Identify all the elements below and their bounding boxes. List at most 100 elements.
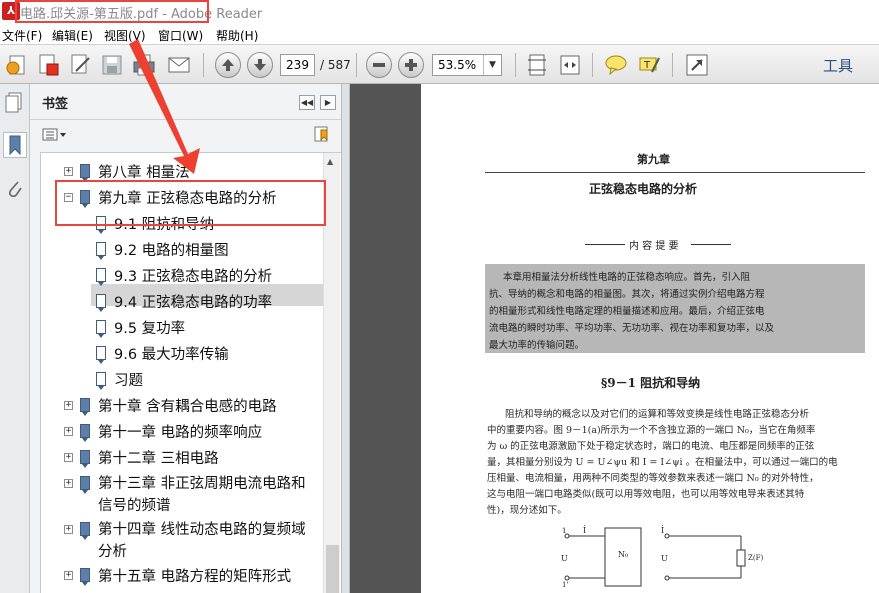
bookmark-icon	[80, 568, 90, 586]
menu-edit[interactable]: 编辑(E)	[52, 27, 93, 44]
bookmark-icon	[96, 294, 106, 312]
navigation-pane-strip	[0, 84, 30, 593]
page-up-icon[interactable]	[215, 52, 241, 78]
tools-button[interactable]: 工具	[823, 55, 853, 76]
figure-impedance-label: Z(F)	[748, 554, 764, 562]
bookmark-chapter-11[interactable]: 第十一章 电路的频率响应	[98, 423, 262, 443]
section-title: §9－1 阻抗和导纳	[601, 376, 701, 390]
expand-icon[interactable]: +	[64, 427, 73, 436]
bookmark-icon	[80, 398, 90, 416]
bookmark-exercises[interactable]: 习题	[114, 371, 143, 391]
bookmarks-panel: 书签 ◀◀ ▶ + 第八章 相量法 − 第九章 正弦稳态电路的分析 9.1 阻抗…	[30, 84, 341, 593]
body-line: 为 ω 的正弦电源激励下处于稳定状态时，端口的电流、电压都是同频率的正弦	[487, 441, 815, 452]
bookmark-icon	[80, 476, 90, 494]
chapter-highlight-box	[55, 180, 326, 226]
menu-window[interactable]: 窗口(W)	[158, 27, 203, 44]
bookmark-icon	[80, 450, 90, 468]
bookmark-icon	[80, 164, 90, 182]
summary-line: 的相量形式和线性电路定理的相量描述和应用。最后，介绍正弦电	[489, 306, 765, 317]
bookmark-chapter-12[interactable]: 第十二章 三相电路	[98, 449, 219, 469]
page-number-input[interactable]: 239	[280, 54, 315, 76]
body-line: 阻抗和导纳的概念以及对它们的运算和等效变换是线性电路正弦稳态分析	[505, 409, 810, 420]
bookmark-chapter-14[interactable]: 第十四章 线性动态电路的复频域分析	[98, 519, 320, 563]
title-highlight-box	[15, 0, 209, 23]
toolbar-separator	[203, 53, 204, 77]
bookmark-9-2[interactable]: 9.2 电路的相量图	[114, 241, 229, 261]
menu-file[interactable]: 文件(F)	[2, 27, 42, 44]
figure-current-label-b: İ	[661, 526, 665, 535]
zoom-out-icon[interactable]	[366, 52, 392, 78]
expand-icon[interactable]: +	[64, 571, 73, 580]
print-icon[interactable]	[131, 52, 157, 78]
bookmarks-header: 书签 ◀◀ ▶	[30, 84, 341, 120]
bookmark-chapter-10[interactable]: 第十章 含有耦合电感的电路	[98, 397, 277, 417]
sign-icon[interactable]	[67, 52, 93, 78]
pdf-page: 第九章 正弦稳态电路的分析 内 容 提 要 本章用相量法分析线性电路的正弦稳态响…	[421, 84, 879, 593]
summary-line: 抗、导纳的概念和电路的相量图。其次，将通过实例介绍电路方程	[489, 289, 765, 300]
expand-icon[interactable]: +	[64, 453, 73, 462]
figure-terminal-1p: 1'	[562, 581, 569, 589]
summary-rule-right	[691, 244, 731, 245]
toolbar-separator	[592, 53, 593, 77]
highlight-icon[interactable]: T	[636, 52, 662, 78]
figure-terminal-1: 1	[562, 527, 567, 535]
page-down-icon[interactable]	[247, 52, 273, 78]
bookmark-icon	[96, 242, 106, 260]
expand-icon[interactable]: +	[64, 167, 73, 176]
expand-icon[interactable]: +	[64, 401, 73, 410]
scroll-up-icon[interactable]: ▲	[327, 157, 333, 166]
summary-line: 流电路的瞬时功率、平均功率、无功功率、视在功率和复功率，以及	[489, 323, 775, 334]
bookmark-icon	[96, 372, 106, 390]
new-bookmark-icon[interactable]	[313, 125, 331, 143]
scroll-thumb[interactable]	[326, 545, 339, 593]
create-icon[interactable]	[4, 52, 30, 78]
bookmark-9-3[interactable]: 9.3 正弦稳态电路的分析	[114, 267, 272, 287]
collapse-panel-icon[interactable]: ◀◀	[299, 95, 315, 110]
fit-width-icon[interactable]	[557, 52, 583, 78]
bookmark-chapter-13[interactable]: 第十三章 非正弦周期电流电路和信号的频谱	[98, 473, 320, 517]
menu-bar: 文件(F) 编辑(E) 视图(V) 窗口(W) 帮助(H)	[0, 24, 879, 44]
menu-help[interactable]: 帮助(H)	[216, 27, 258, 44]
fullscreen-icon[interactable]	[684, 52, 710, 78]
page-thumbnails-icon[interactable]	[5, 92, 23, 114]
toolbar-separator	[515, 53, 516, 77]
save-icon[interactable]	[99, 52, 125, 78]
summary-line: 本章用相量法分析线性电路的正弦稳态响应。首先，引入阻	[503, 272, 751, 283]
figure-voltage-label-b: U	[661, 554, 668, 563]
bookmark-icon	[80, 424, 90, 442]
header-rule	[485, 172, 865, 173]
zoom-in-icon[interactable]	[398, 52, 424, 78]
body-line: 中的重要内容。图 9－1(a)所示为一个不含独立源的一端口 N₀，当它在角频率	[487, 425, 816, 436]
expand-icon[interactable]: +	[64, 525, 73, 534]
bookmark-9-4[interactable]: 9.4 正弦稳态电路的功率	[114, 293, 272, 313]
body-line: 性)，现分述如下。	[487, 505, 567, 516]
chevron-down-icon[interactable]: ▼	[483, 55, 501, 75]
pane-splitter[interactable]	[341, 84, 350, 593]
expand-icon[interactable]: +	[64, 479, 73, 488]
title-bar: ⅄ 电路.邱关源-第五版.pdf - Adobe Reader	[0, 0, 879, 24]
expand-panel-icon[interactable]: ▶	[320, 95, 336, 110]
toolbar-separator	[356, 53, 357, 77]
attachments-icon[interactable]	[6, 178, 24, 200]
bookmark-chapter-15[interactable]: 第十五章 电路方程的矩阵形式	[98, 567, 291, 587]
toolbar-separator	[672, 53, 673, 77]
menu-view[interactable]: 视图(V)	[104, 27, 146, 44]
bookmark-9-6[interactable]: 9.6 最大功率传输	[114, 345, 229, 365]
bookmark-icon	[96, 320, 106, 338]
figure-voltage-label: U	[561, 554, 568, 563]
bookmarks-toolbar	[30, 120, 341, 148]
svg-text:T: T	[643, 60, 651, 71]
body-line: 这与电阻一端口电路类似(既可以用等效电阻，也可以用等效电导来表述其特	[487, 489, 805, 500]
figure-n0-label: N₀	[618, 550, 629, 559]
fit-page-icon[interactable]	[524, 52, 550, 78]
summary-rule-left	[585, 244, 625, 245]
options-menu-icon[interactable]	[42, 127, 70, 141]
page-total: / 587	[320, 58, 351, 72]
summary-line: 最大功率的传输问题。	[489, 340, 585, 351]
bookmarks-panel-icon[interactable]	[3, 132, 27, 158]
comment-icon[interactable]	[603, 52, 629, 78]
bookmark-9-5[interactable]: 9.5 复功率	[114, 319, 185, 339]
convert-icon[interactable]	[35, 52, 61, 78]
email-icon[interactable]	[166, 52, 192, 78]
bookmark-icon	[96, 268, 106, 286]
